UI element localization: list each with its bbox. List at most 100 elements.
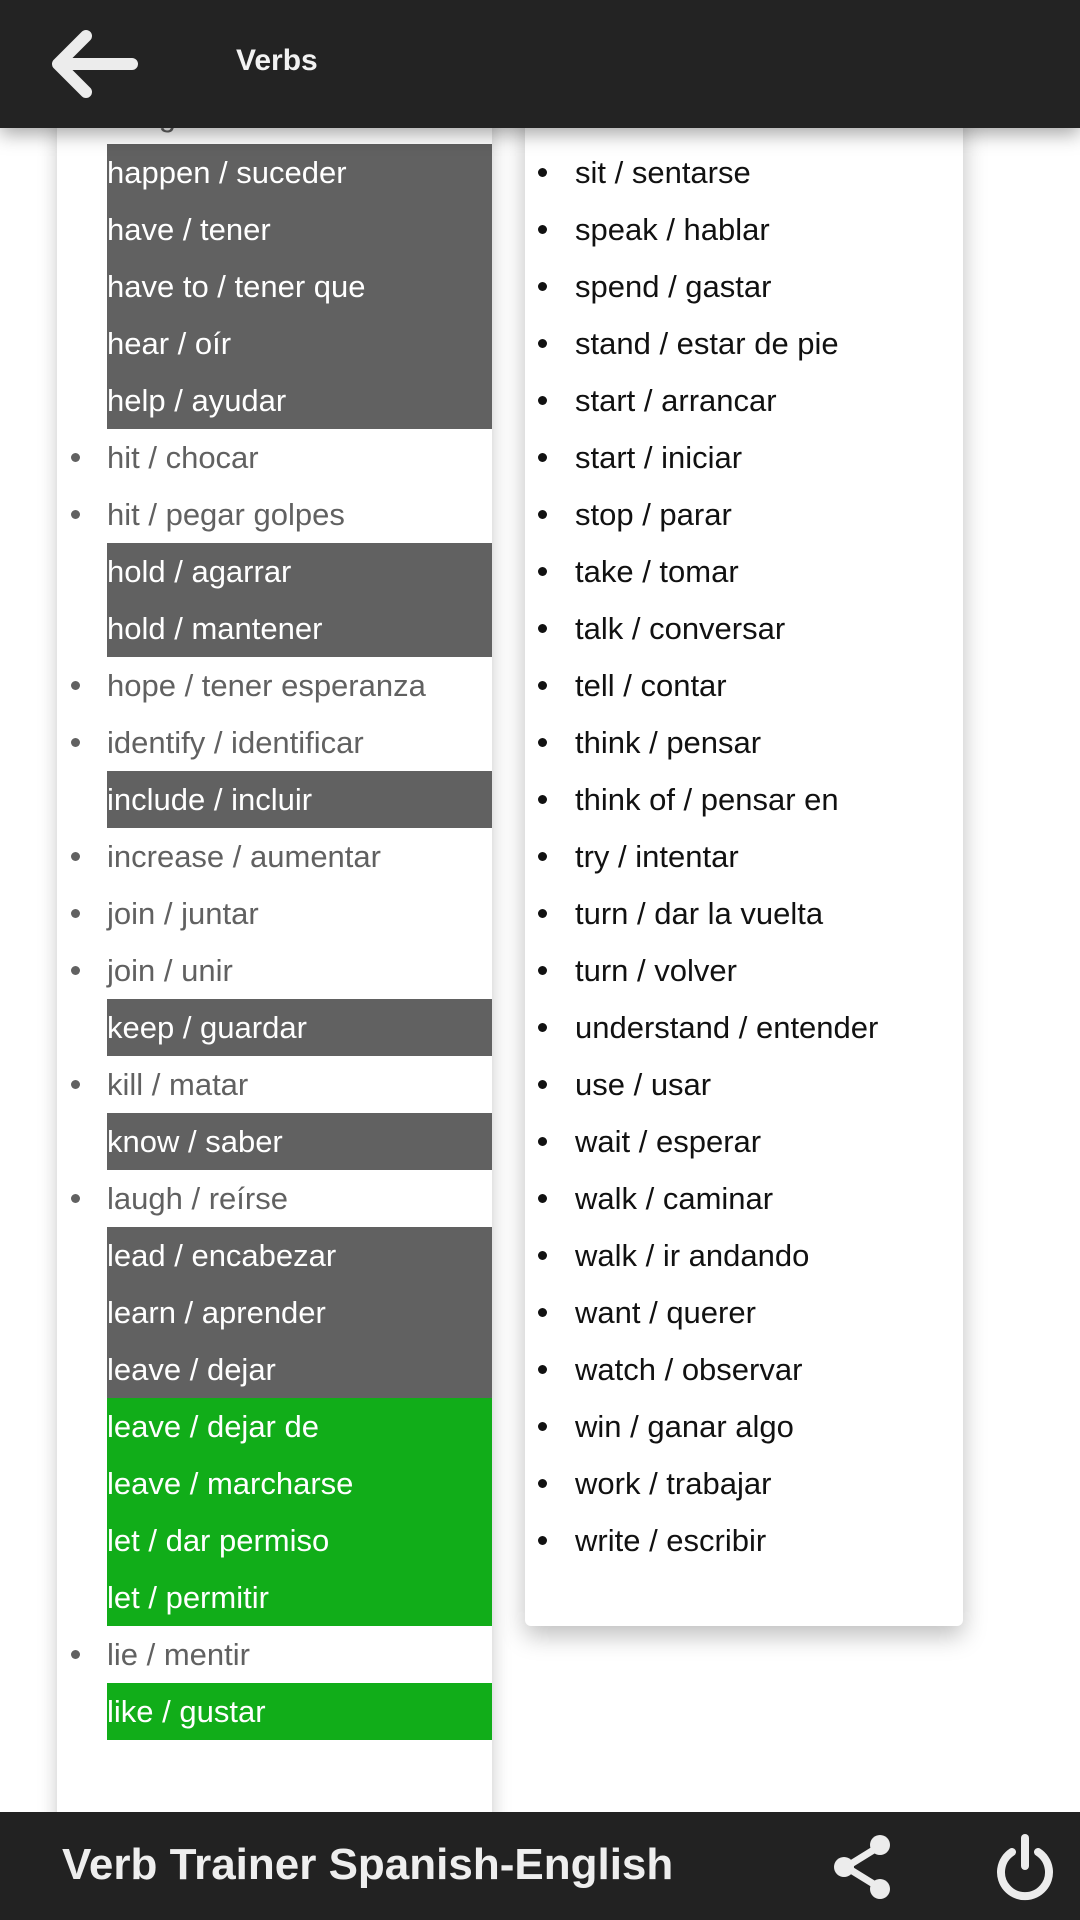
verb-list-item[interactable]: hit / chocar bbox=[71, 429, 492, 486]
verb-list-left-card: hang / tenderhappen / sucederhave / tene… bbox=[57, 90, 492, 1812]
verb-list-item[interactable]: stand / estar de pie bbox=[538, 315, 955, 372]
verb-label: like / gustar bbox=[107, 1694, 266, 1729]
verb-label: turn / volver bbox=[575, 953, 737, 988]
verb-list-item[interactable]: hit / pegar golpes bbox=[71, 486, 492, 543]
verb-list-item[interactable]: write / escribir bbox=[538, 1512, 955, 1569]
verb-label: leave / dejar de bbox=[107, 1409, 319, 1444]
verb-list-item[interactable]: happen / suceder bbox=[107, 144, 492, 201]
verb-list-item[interactable]: sit / sentarse bbox=[538, 144, 955, 201]
verb-list-item[interactable]: walk / ir andando bbox=[538, 1227, 955, 1284]
verb-list-item[interactable]: have to / tener que bbox=[107, 258, 492, 315]
verb-list-item[interactable]: hold / mantener bbox=[107, 600, 492, 657]
verb-label: want / querer bbox=[575, 1295, 756, 1330]
verb-label: speak / hablar bbox=[575, 212, 770, 247]
top-app-bar: Verbs bbox=[0, 0, 1080, 128]
verb-list-item[interactable]: take / tomar bbox=[538, 543, 955, 600]
verb-list-item[interactable]: identify / identificar bbox=[71, 714, 492, 771]
verb-label: stand / estar de pie bbox=[575, 326, 839, 361]
bullet-icon bbox=[538, 681, 547, 690]
verb-list-item[interactable]: speak / hablar bbox=[538, 201, 955, 258]
bullet-icon bbox=[538, 225, 547, 234]
verb-list-item[interactable]: work / trabajar bbox=[538, 1455, 955, 1512]
share-button[interactable] bbox=[828, 1832, 898, 1902]
verb-list-item[interactable]: turn / volver bbox=[538, 942, 955, 999]
verb-list-item[interactable]: think / pensar bbox=[538, 714, 955, 771]
verb-list-item[interactable]: want / querer bbox=[538, 1284, 955, 1341]
verb-label: watch / observar bbox=[575, 1352, 803, 1387]
verb-list-item[interactable]: talk / conversar bbox=[538, 600, 955, 657]
verb-list-item[interactable]: lead / encabezar bbox=[107, 1227, 492, 1284]
verb-list-item[interactable]: hear / oír bbox=[107, 315, 492, 372]
verb-list-item[interactable]: think of / pensar en bbox=[538, 771, 955, 828]
verb-label: let / dar permiso bbox=[107, 1523, 330, 1558]
bullet-icon bbox=[71, 909, 80, 918]
verb-label: let / permitir bbox=[107, 1580, 269, 1615]
bullet-icon bbox=[538, 1422, 547, 1431]
bullet-icon bbox=[71, 1194, 80, 1203]
bottom-bar: Verb Trainer Spanish-English bbox=[0, 1812, 1080, 1920]
verb-list-item[interactable]: include / incluir bbox=[107, 771, 492, 828]
bullet-icon bbox=[538, 168, 547, 177]
verb-list-item[interactable]: kill / matar bbox=[71, 1056, 492, 1113]
verb-label: stop / parar bbox=[575, 497, 732, 532]
verb-list-item[interactable]: turn / dar la vuelta bbox=[538, 885, 955, 942]
verb-label: wait / esperar bbox=[575, 1124, 762, 1159]
bullet-icon bbox=[538, 1308, 547, 1317]
verb-list-item[interactable]: wait / esperar bbox=[538, 1113, 955, 1170]
verb-list-item[interactable]: walk / caminar bbox=[538, 1170, 955, 1227]
page-title: Verbs bbox=[236, 44, 318, 77]
verb-list-item[interactable]: hope / tener esperanza bbox=[71, 657, 492, 714]
verb-label: identify / identificar bbox=[107, 725, 364, 760]
verb-list-item[interactable]: help / ayudar bbox=[107, 372, 492, 429]
verb-list-item[interactable]: keep / guardar bbox=[107, 999, 492, 1056]
verb-label: leave / marcharse bbox=[107, 1466, 354, 1501]
verb-list-item[interactable]: lie / mentir bbox=[71, 1626, 492, 1683]
verb-list-item[interactable]: join / unir bbox=[71, 942, 492, 999]
verb-label: walk / ir andando bbox=[575, 1238, 810, 1273]
verb-list-item[interactable]: stop / parar bbox=[538, 486, 955, 543]
verb-list-item[interactable]: have / tener bbox=[107, 201, 492, 258]
verb-label: turn / dar la vuelta bbox=[575, 896, 824, 931]
verb-label: happen / suceder bbox=[107, 155, 347, 190]
bullet-icon bbox=[71, 1650, 80, 1659]
back-button[interactable] bbox=[50, 28, 140, 100]
verb-list-item[interactable]: spend / gastar bbox=[538, 258, 955, 315]
verb-list-item[interactable]: try / intentar bbox=[538, 828, 955, 885]
verb-list-item[interactable]: join / juntar bbox=[71, 885, 492, 942]
bullet-icon bbox=[538, 1194, 547, 1203]
verb-list-item[interactable]: like / gustar bbox=[107, 1683, 492, 1740]
verb-label: spend / gastar bbox=[575, 269, 772, 304]
verb-list-item[interactable]: leave / marcharse bbox=[107, 1455, 492, 1512]
bullet-icon bbox=[538, 396, 547, 405]
verb-list-item[interactable]: laugh / reírse bbox=[71, 1170, 492, 1227]
bullet-icon bbox=[538, 738, 547, 747]
verb-list-item[interactable]: start / arrancar bbox=[538, 372, 955, 429]
verb-list-item[interactable]: use / usar bbox=[538, 1056, 955, 1113]
verb-list-item[interactable]: hold / agarrar bbox=[107, 543, 492, 600]
verb-label: leave / dejar bbox=[107, 1352, 276, 1387]
verb-label: lead / encabezar bbox=[107, 1238, 337, 1273]
verb-list-item[interactable]: leave / dejar bbox=[107, 1341, 492, 1398]
verb-label: win / ganar algo bbox=[575, 1409, 794, 1444]
verb-label: walk / caminar bbox=[575, 1181, 774, 1216]
verb-list-item[interactable]: know / saber bbox=[107, 1113, 492, 1170]
verb-label: include / incluir bbox=[107, 782, 313, 817]
verb-list-item[interactable]: let / permitir bbox=[107, 1569, 492, 1626]
power-button[interactable] bbox=[990, 1832, 1060, 1902]
verb-list-item[interactable]: tell / contar bbox=[538, 657, 955, 714]
verb-list-item[interactable]: watch / observar bbox=[538, 1341, 955, 1398]
verb-label: hit / chocar bbox=[107, 440, 259, 475]
verb-list-item[interactable]: learn / aprender bbox=[107, 1284, 492, 1341]
bullet-icon bbox=[71, 852, 80, 861]
bullet-icon bbox=[71, 681, 80, 690]
verb-label: have / tener bbox=[107, 212, 271, 247]
verb-list-item[interactable]: let / dar permiso bbox=[107, 1512, 492, 1569]
verb-list-item[interactable]: leave / dejar de bbox=[107, 1398, 492, 1455]
verb-list-item[interactable]: increase / aumentar bbox=[71, 828, 492, 885]
verb-list-item[interactable]: win / ganar algo bbox=[538, 1398, 955, 1455]
verb-label: take / tomar bbox=[575, 554, 739, 589]
verb-label: have to / tener que bbox=[107, 269, 366, 304]
verb-list-item[interactable]: start / iniciar bbox=[538, 429, 955, 486]
verb-list-item[interactable]: understand / entender bbox=[538, 999, 955, 1056]
bullet-icon bbox=[538, 624, 547, 633]
